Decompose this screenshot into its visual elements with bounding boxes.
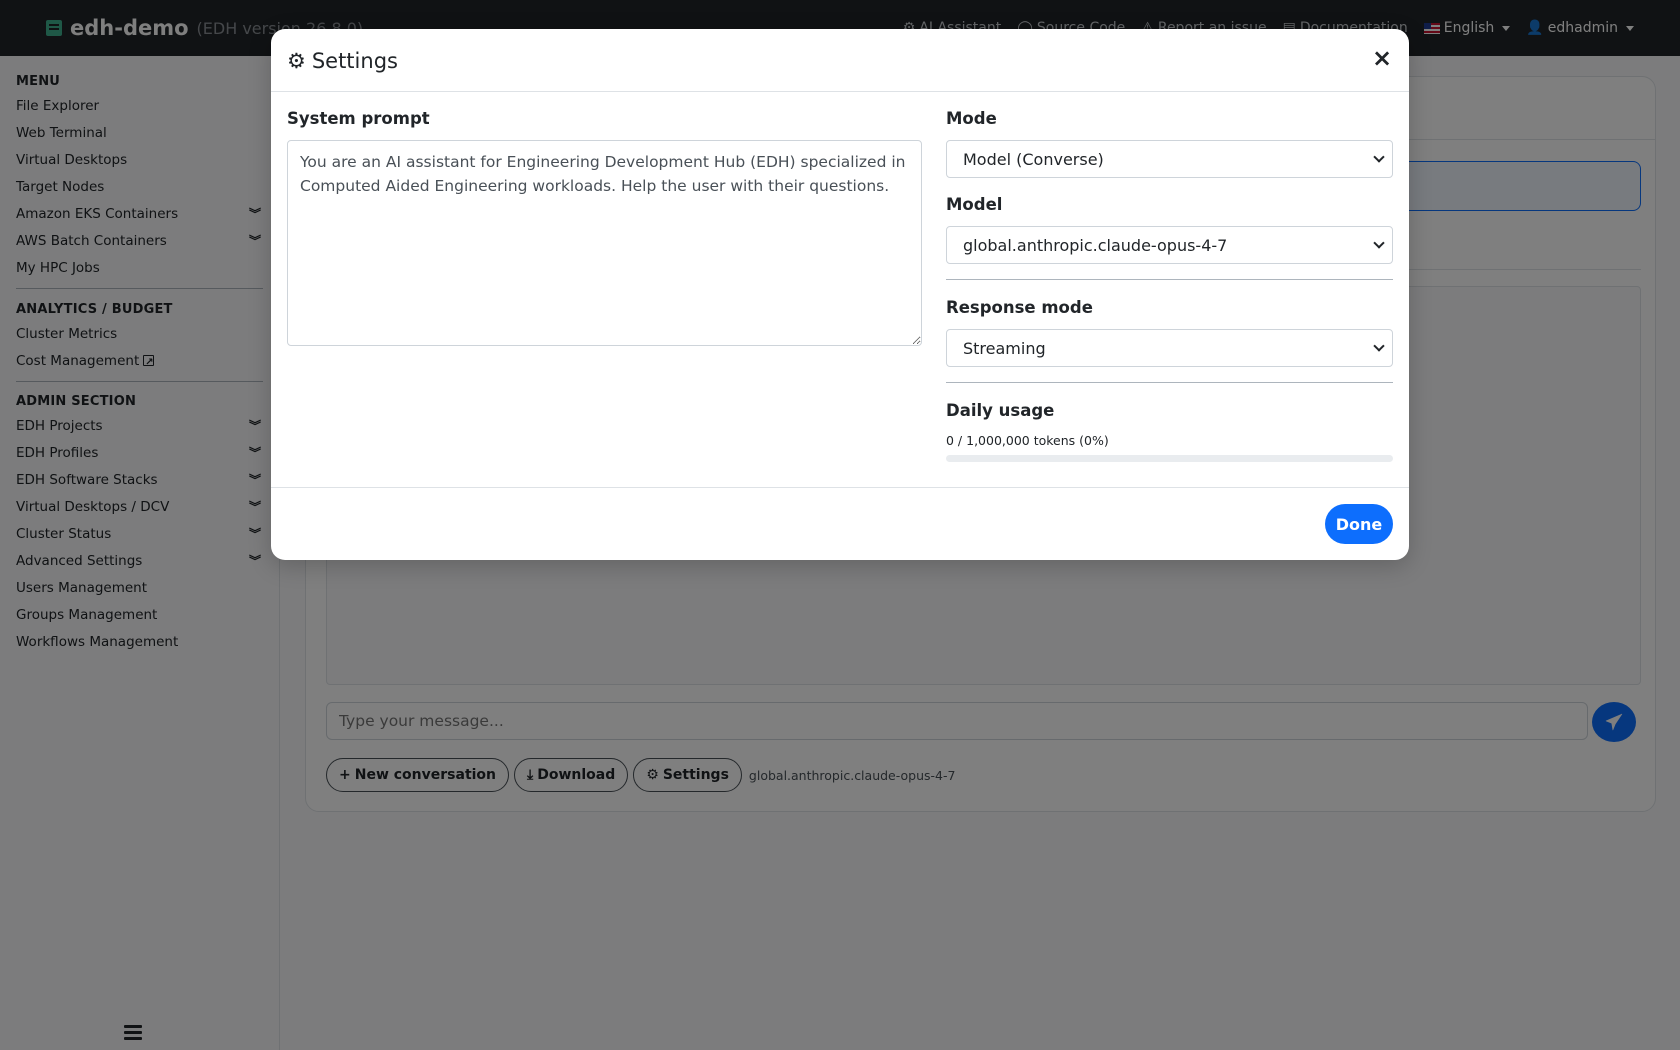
daily-usage-text: 0 / 1,000,000 tokens (0%) bbox=[946, 433, 1109, 448]
daily-usage-label: Daily usage bbox=[946, 401, 1055, 420]
system-prompt-textarea[interactable]: You are an AI assistant for Engineering … bbox=[287, 140, 922, 346]
chevron-down-icon bbox=[1373, 340, 1385, 352]
gear-icon: ⚙ bbox=[287, 48, 306, 73]
system-prompt-label: System prompt bbox=[287, 109, 430, 128]
modal-title: ⚙ Settings bbox=[287, 48, 398, 73]
response-mode-select[interactable]: Streaming bbox=[946, 329, 1393, 367]
model-label: Model bbox=[946, 195, 1003, 214]
modal-footer: Done bbox=[271, 487, 1409, 560]
daily-usage-progress bbox=[946, 455, 1393, 462]
settings-modal: ⚙ Settings × System prompt You are an AI… bbox=[271, 29, 1409, 560]
modal-header: ⚙ Settings × bbox=[271, 29, 1409, 92]
close-icon[interactable]: × bbox=[1369, 45, 1395, 71]
mode-label: Mode bbox=[946, 109, 997, 128]
chevron-down-icon bbox=[1373, 237, 1385, 249]
section-divider bbox=[946, 382, 1393, 383]
response-mode-label: Response mode bbox=[946, 298, 1093, 317]
model-select[interactable]: global.anthropic.claude-opus-4-7 bbox=[946, 226, 1393, 264]
mode-select[interactable]: Model (Converse) bbox=[946, 140, 1393, 178]
section-divider bbox=[946, 279, 1393, 280]
chevron-down-icon bbox=[1373, 151, 1385, 163]
done-button[interactable]: Done bbox=[1325, 504, 1393, 544]
